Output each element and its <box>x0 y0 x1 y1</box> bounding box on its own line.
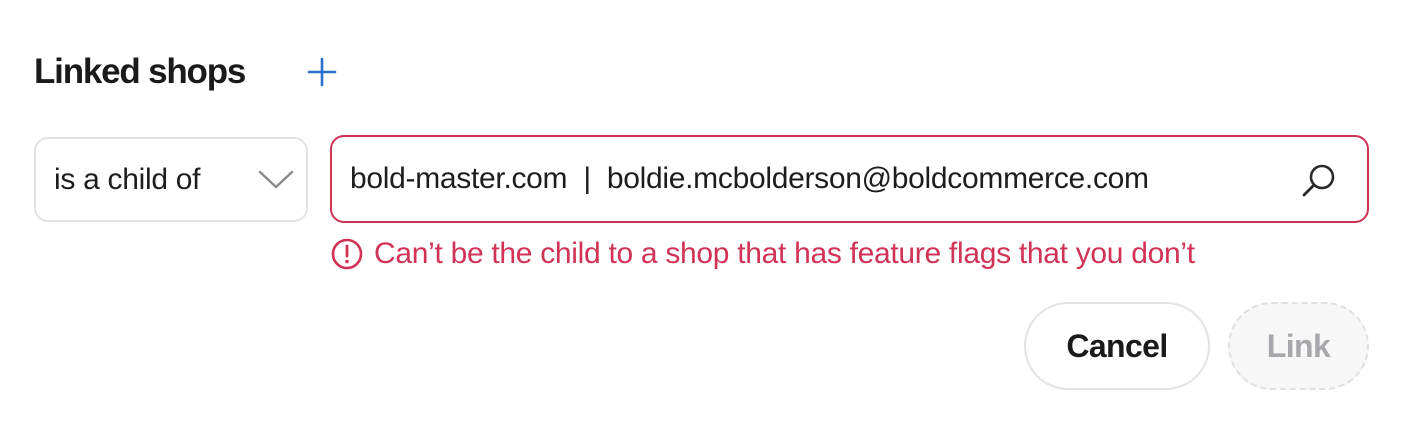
plus-icon <box>307 57 337 87</box>
error-message: Can’t be the child to a shop that has fe… <box>330 232 1195 276</box>
relation-select[interactable]: is a child of <box>34 137 308 222</box>
error-text: Can’t be the child to a shop that has fe… <box>374 237 1195 270</box>
shop-search-value: bold-master.com | boldie.mcbolderson@bol… <box>350 162 1149 195</box>
search-icon[interactable] <box>1299 161 1339 201</box>
shop-search-input[interactable]: bold-master.com | boldie.mcbolderson@bol… <box>330 135 1369 223</box>
relation-select-value: is a child of <box>54 162 201 196</box>
add-linked-shop-button[interactable] <box>302 52 342 92</box>
alert-circle-icon <box>331 238 363 270</box>
link-button[interactable]: Link <box>1228 302 1369 390</box>
cancel-button[interactable]: Cancel <box>1024 302 1210 390</box>
linked-shops-title: Linked shops <box>34 52 246 91</box>
chevron-down-icon <box>258 170 294 189</box>
